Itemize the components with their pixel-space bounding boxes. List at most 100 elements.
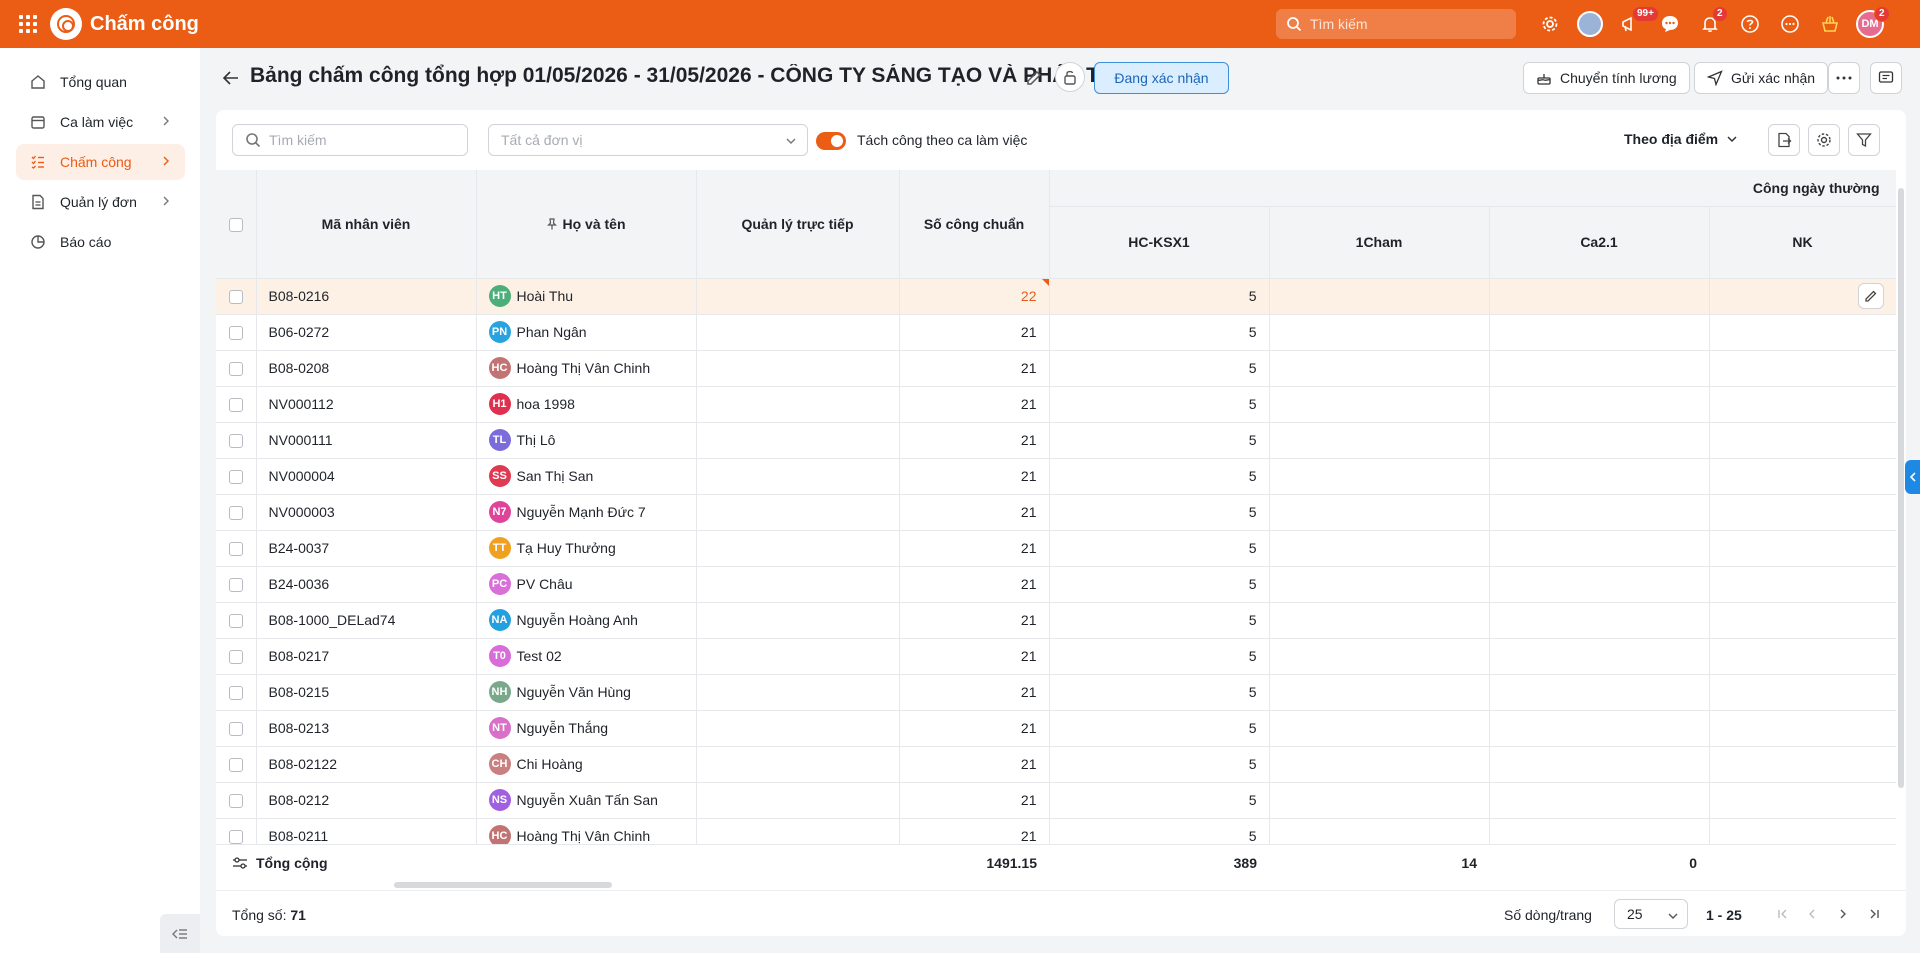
table-row[interactable]: B24-0036 PC PV Châu 21 5 [216,566,1896,603]
collapse-sidebar-icon[interactable] [160,914,200,953]
chat-icon[interactable] [1650,0,1690,48]
settings-button[interactable] [1808,124,1840,156]
table-row[interactable]: B08-0215 NH Nguyễn Văn Hùng 21 5 [216,674,1896,711]
cell-hc-ksx1[interactable]: 5 [1049,278,1270,315]
cell-hc-ksx1[interactable]: 5 [1049,314,1270,351]
user-photo[interactable] [1570,0,1610,48]
row-checkbox[interactable] [216,278,257,315]
cell-standard[interactable]: 21 [899,530,1050,567]
cell-employee-name[interactable]: N7 Nguyễn Mạnh Đức 7 [476,494,697,531]
cell-hc-ksx1[interactable]: 5 [1049,638,1270,675]
cell-ca2-1[interactable] [1489,674,1710,711]
row-checkbox[interactable] [216,314,257,351]
cell-ca2-1[interactable] [1489,386,1710,423]
sidebar-item-requests[interactable]: Quản lý đơn [16,184,185,220]
table-row[interactable]: B08-1000_DELad74 NA Nguyễn Hoàng Anh 21 5 [216,602,1896,639]
col-header-shift[interactable]: HC-KSX1 [1049,206,1270,279]
row-checkbox[interactable] [216,422,257,459]
first-page-icon[interactable] [1774,905,1792,923]
cell-ca2-1[interactable] [1489,782,1710,819]
cell-hc-ksx1[interactable]: 5 [1049,386,1270,423]
cell-hc-ksx1[interactable]: 5 [1049,602,1270,639]
cell-nk[interactable] [1709,602,1896,639]
cell-ca2-1[interactable] [1489,314,1710,351]
cell-nk[interactable] [1709,566,1896,603]
cell-employee-name[interactable]: PN Phan Ngân [476,314,697,351]
row-checkbox[interactable] [216,602,257,639]
cell-ca2-1[interactable] [1489,638,1710,675]
cell-standard[interactable]: 21 [899,746,1050,783]
table-row[interactable]: B06-0272 PN Phan Ngân 21 5 [216,314,1896,351]
cell-employee-name[interactable]: NS Nguyễn Xuân Tấn San [476,782,697,819]
cell-employee-name[interactable]: CH Chi Hoàng [476,746,697,783]
cell-1cham[interactable] [1269,278,1490,315]
table-row[interactable]: B08-0216 HT Hoài Thu 22 5 [216,278,1896,315]
cell-1cham[interactable] [1269,350,1490,387]
vertical-scrollbar[interactable] [1898,188,1904,788]
cell-ca2-1[interactable] [1489,278,1710,315]
global-search[interactable] [1276,9,1516,39]
cell-1cham[interactable] [1269,674,1490,711]
cell-hc-ksx1[interactable]: 5 [1049,710,1270,747]
table-row[interactable]: NV000003 N7 Nguyễn Mạnh Đức 7 21 5 [216,494,1896,531]
table-search[interactable] [232,124,468,156]
cell-ca2-1[interactable] [1489,494,1710,531]
apps-grid-icon[interactable] [8,0,48,48]
split-by-shift-toggle[interactable] [816,132,846,150]
transfer-payroll-button[interactable]: Chuyển tính lương [1523,62,1690,94]
cell-ca2-1[interactable] [1489,602,1710,639]
col-header-shift[interactable]: NK [1709,206,1896,279]
cell-employee-name[interactable]: TL Thị Lô [476,422,697,459]
table-search-input[interactable] [269,132,459,148]
cell-standard[interactable]: 21 [899,458,1050,495]
cell-hc-ksx1[interactable]: 5 [1049,458,1270,495]
cell-hc-ksx1[interactable]: 5 [1049,422,1270,459]
table-row[interactable]: NV000004 SS San Thị San 21 5 [216,458,1896,495]
megaphone-icon[interactable]: 99+ [1610,0,1659,48]
cell-nk[interactable] [1709,530,1896,567]
filter-button[interactable] [1848,124,1880,156]
col-header-standard[interactable]: Số công chuẩn [899,170,1050,279]
cell-standard[interactable]: 21 [899,602,1050,639]
cell-ca2-1[interactable] [1489,746,1710,783]
row-checkbox[interactable] [216,674,257,711]
cell-1cham[interactable] [1269,638,1490,675]
table-row[interactable]: B08-02122 CH Chi Hoàng 21 5 [216,746,1896,783]
cell-nk[interactable] [1709,350,1896,387]
user-avatar[interactable]: DM 2 [1850,0,1890,48]
horizontal-scrollbar[interactable] [394,882,612,888]
cell-hc-ksx1[interactable]: 5 [1049,566,1270,603]
row-checkbox[interactable] [216,710,257,747]
row-checkbox[interactable] [216,746,257,783]
bell-icon[interactable]: 2 [1690,0,1730,48]
cell-nk[interactable] [1709,422,1896,459]
cell-1cham[interactable] [1269,746,1490,783]
table-row[interactable]: B08-0217 T0 Test 02 21 5 [216,638,1896,675]
table-row[interactable]: B24-0037 TT Tạ Huy Thưởng 21 5 [216,530,1896,567]
cell-employee-name[interactable]: NA Nguyễn Hoàng Anh [476,602,697,639]
cell-1cham[interactable] [1269,602,1490,639]
more-options-button[interactable] [1828,62,1860,94]
send-confirm-button[interactable]: Gửi xác nhận [1694,62,1829,94]
cell-nk[interactable] [1709,746,1896,783]
row-checkbox[interactable] [216,566,257,603]
row-checkbox[interactable] [216,818,257,844]
export-button[interactable] [1768,124,1800,156]
row-checkbox[interactable] [216,458,257,495]
cell-employee-name[interactable]: HT Hoài Thu [476,278,697,315]
row-checkbox[interactable] [216,638,257,675]
cell-ca2-1[interactable] [1489,566,1710,603]
cell-employee-name[interactable]: SS San Thị San [476,458,697,495]
next-page-icon[interactable] [1834,905,1852,923]
status-button[interactable]: Đang xác nhận [1094,62,1229,94]
cell-employee-name[interactable]: T0 Test 02 [476,638,697,675]
cell-nk[interactable] [1709,782,1896,819]
row-edit-button[interactable] [1857,283,1884,309]
cell-nk[interactable] [1709,710,1896,747]
unit-select[interactable]: Tất cả đơn vị [488,124,808,156]
cell-ca2-1[interactable] [1489,818,1710,844]
more-circle-icon[interactable] [1770,0,1810,48]
cell-standard[interactable]: 21 [899,422,1050,459]
table-row[interactable]: B08-0211 HC Hoàng Thị Vân Chinh 21 5 [216,818,1896,844]
cell-ca2-1[interactable] [1489,350,1710,387]
